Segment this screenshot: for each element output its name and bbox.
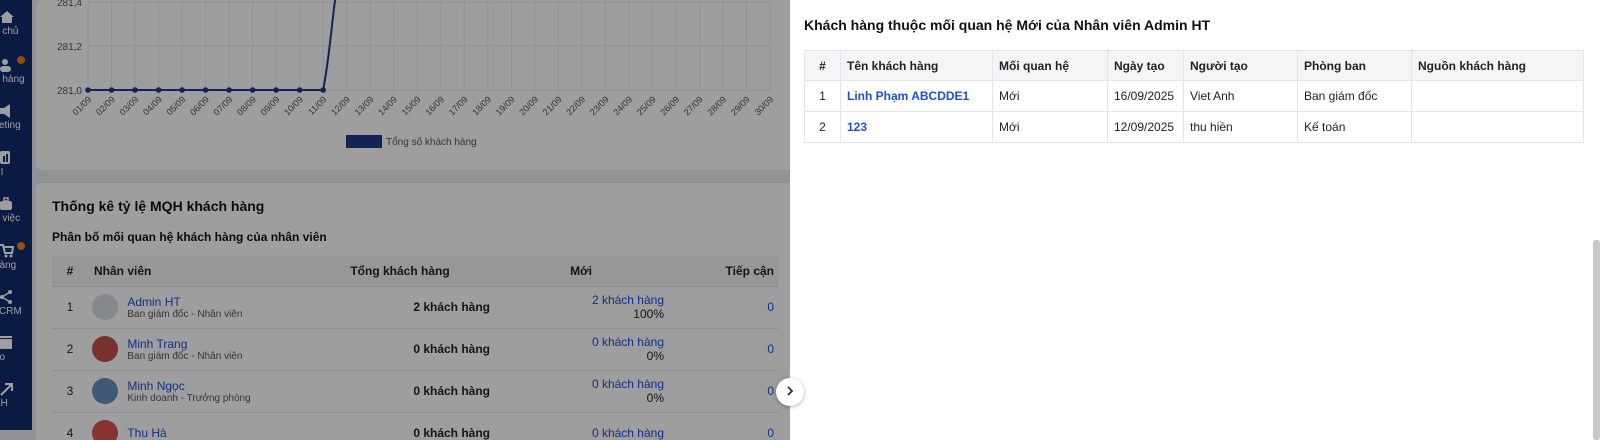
col-created-date: Ngày tạo [1107, 50, 1184, 81]
department: Ban giám đốc [1297, 80, 1412, 112]
department: Kế toán [1297, 111, 1412, 143]
col-customer-source: Nguồn khách hàng [1411, 50, 1584, 81]
drawer-collapse-button[interactable] [776, 378, 804, 406]
drawer-title: Khách hàng thuộc mối quan hệ Mới của Nhâ… [804, 17, 1211, 33]
customer-name-link[interactable]: Linh Phạm ABCDDE1 [847, 89, 969, 103]
col-customer-name: Tên khách hàng [840, 50, 993, 81]
customer-drawer: Khách hàng thuộc mối quan hệ Mới của Nhâ… [790, 0, 1600, 440]
modal-backdrop[interactable] [0, 0, 790, 440]
col-index: # [804, 50, 841, 81]
chevron-right-icon [787, 386, 794, 396]
created-date: 16/09/2025 [1107, 80, 1184, 112]
col-relationship: Mối quan hệ [992, 50, 1108, 81]
relationship: Mới [992, 80, 1108, 112]
table-row: 1 Linh Phạm ABCDDE1 Mới 16/09/2025 Viet … [804, 80, 1584, 112]
creator: thu hiền [1183, 111, 1298, 143]
relationship: Mới [992, 111, 1108, 143]
customer-name-link[interactable]: 123 [847, 120, 867, 134]
customer-source [1411, 80, 1584, 112]
drawer-scrollbar[interactable] [1593, 240, 1600, 440]
customer-source [1411, 111, 1584, 143]
row-index: 2 [804, 111, 841, 143]
customer-list-table: # Tên khách hàng Mối quan hệ Ngày tạo Ng… [804, 50, 1584, 143]
creator: Viet Anh [1183, 80, 1298, 112]
table-header-row: # Tên khách hàng Mối quan hệ Ngày tạo Ng… [804, 50, 1584, 81]
col-creator: Người tạo [1183, 50, 1298, 81]
row-index: 1 [804, 80, 841, 112]
table-row: 2 123 Mới 12/09/2025 thu hiền Kế toán [804, 111, 1584, 143]
col-department: Phòng ban [1297, 50, 1412, 81]
created-date: 12/09/2025 [1107, 111, 1184, 143]
